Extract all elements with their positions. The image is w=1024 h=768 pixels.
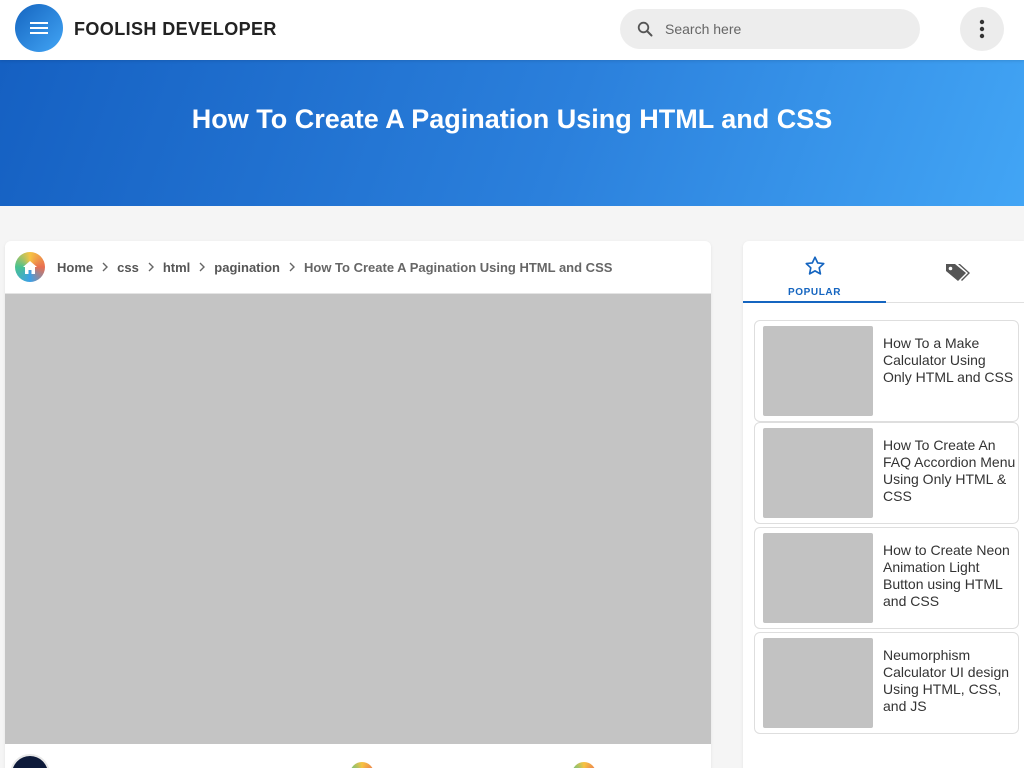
post-thumbnail [763,638,873,728]
site-title[interactable]: FOOLISH DEVELOPER [74,19,277,40]
search-box[interactable] [620,9,920,49]
popular-post-item[interactable]: Neumorphism Calculator UI design Using H… [754,632,1019,734]
popular-post-title[interactable]: How To Create An FAQ Accordion Menu Usin… [883,437,1017,505]
more-vertical-icon [979,19,985,39]
chevron-right-icon [102,262,109,272]
post-meta [5,744,711,768]
menu-button[interactable] [15,4,63,52]
breadcrumb-css[interactable]: css [117,260,139,275]
tags-icon [944,259,972,285]
top-bar: FOOLISH DEVELOPER [0,0,1024,60]
popular-post-title[interactable]: How to Create Neon Animation Light Butto… [883,542,1017,610]
sidebar-tabs: POPULAR [743,241,1024,303]
page-title: How To Create A Pagination Using HTML an… [191,104,833,134]
tab-popular[interactable]: POPULAR [743,241,886,303]
hero-banner: How To Create A Pagination Using HTML an… [0,60,1024,206]
author-avatar[interactable] [10,754,50,768]
chevron-right-icon [289,262,295,272]
post-thumbnail [763,428,873,518]
breadcrumb-html[interactable]: html [163,260,190,275]
hamburger-menu-icon [30,22,48,34]
popular-post-title[interactable]: Neumorphism Calculator UI design Using H… [883,647,1017,715]
breadcrumb-home[interactable]: Home [57,260,93,275]
home-icon[interactable] [15,252,45,282]
date-icon [350,762,374,768]
comments-icon [572,762,596,768]
tab-popular-label: POPULAR [787,287,842,298]
sidebar: POPULAR How To a Make Calculator Using O… [743,241,1024,768]
post-card: Home css html pagination How To Create A… [5,241,711,768]
popular-post-item[interactable]: How to Create Neon Animation Light Butto… [754,527,1019,629]
breadcrumb: Home css html pagination How To Create A… [5,241,711,294]
search-input[interactable] [665,21,905,37]
popular-post-item[interactable]: How To a Make Calculator Using Only HTML… [754,320,1019,422]
breadcrumb-current: How To Create A Pagination Using HTML an… [304,259,613,275]
popular-post-title[interactable]: How To a Make Calculator Using Only HTML… [883,335,1017,386]
post-featured-image [5,294,711,744]
star-icon [804,253,826,279]
popular-post-item[interactable]: How To Create An FAQ Accordion Menu Usin… [754,422,1019,524]
post-thumbnail [763,326,873,416]
post-thumbnail [763,533,873,623]
chevron-right-icon [199,262,206,272]
chevron-right-icon [148,262,154,272]
tab-labels[interactable] [886,241,1024,303]
more-options-button[interactable] [960,7,1004,51]
breadcrumb-pagination[interactable]: pagination [214,260,280,275]
search-icon [637,20,655,38]
